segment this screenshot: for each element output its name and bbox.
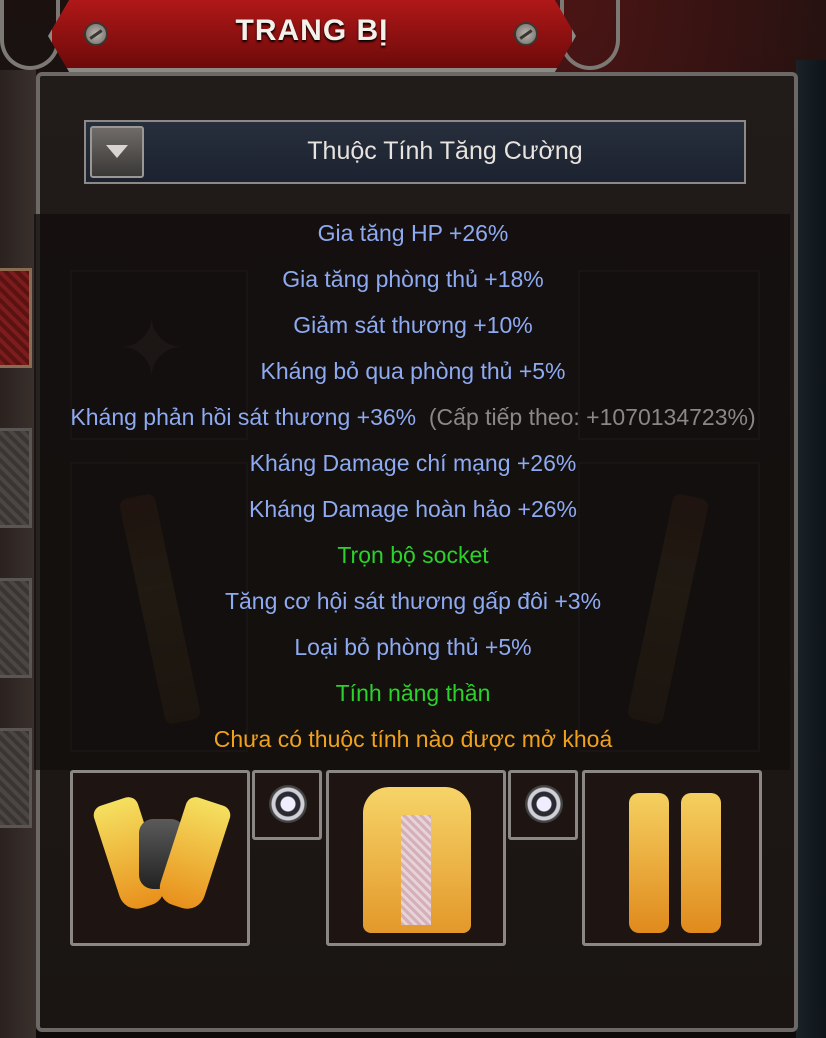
- gloves-icon: [97, 799, 227, 919]
- attribute-line: Kháng Damage chí mạng +26%: [249, 450, 577, 476]
- attribute-line: Tăng cơ hội sát thương gấp đôi +3%: [224, 588, 602, 614]
- boots-slot[interactable]: [582, 770, 762, 946]
- window-title: TRANG BỊ: [235, 14, 389, 47]
- screw-icon: [514, 22, 538, 46]
- dropdown-selected-label: Thuộc Tính Tăng Cường: [307, 137, 583, 165]
- attribute-line-with-next: Kháng phản hồi sát thương +36% (Cấp tiếp…: [0, 404, 826, 431]
- screw-icon: [84, 22, 108, 46]
- attribute-line: Gia tăng HP +26%: [317, 220, 509, 246]
- attribute-dropdown[interactable]: Thuộc Tính Tăng Cường: [84, 120, 746, 184]
- section-header-socket: Trọn bộ socket: [337, 542, 489, 568]
- socket-gem-icon: [525, 785, 563, 823]
- armor-slot[interactable]: [326, 770, 506, 946]
- socket-gem-icon: [269, 785, 307, 823]
- dropdown-arrow-icon: [106, 145, 128, 158]
- section-header-divine: Tính năng thần: [335, 680, 491, 706]
- attribute-line: Gia tăng phòng thủ +18%: [282, 266, 544, 292]
- socket-slot-1[interactable]: [252, 770, 322, 840]
- socket-slot-2[interactable]: [508, 770, 578, 840]
- locked-notice: Chưa có thuộc tính nào được mở khoá: [213, 726, 613, 752]
- boots-icon: [625, 793, 725, 943]
- gloves-slot[interactable]: [70, 770, 250, 946]
- attribute-line: Kháng Damage hoàn hảo +26%: [248, 496, 577, 522]
- attribute-text: Kháng phản hồi sát thương +36%: [70, 404, 417, 430]
- attribute-line: Loại bỏ phòng thủ +5%: [294, 634, 532, 660]
- attribute-line: Kháng bỏ qua phòng thủ +5%: [260, 358, 566, 384]
- next-level-note: (Cấp tiếp theo: +1070134723%): [428, 404, 756, 430]
- armor-icon: [363, 787, 471, 933]
- dropdown-toggle-button[interactable]: [90, 126, 144, 178]
- attribute-line: Giảm sát thương +10%: [293, 312, 533, 338]
